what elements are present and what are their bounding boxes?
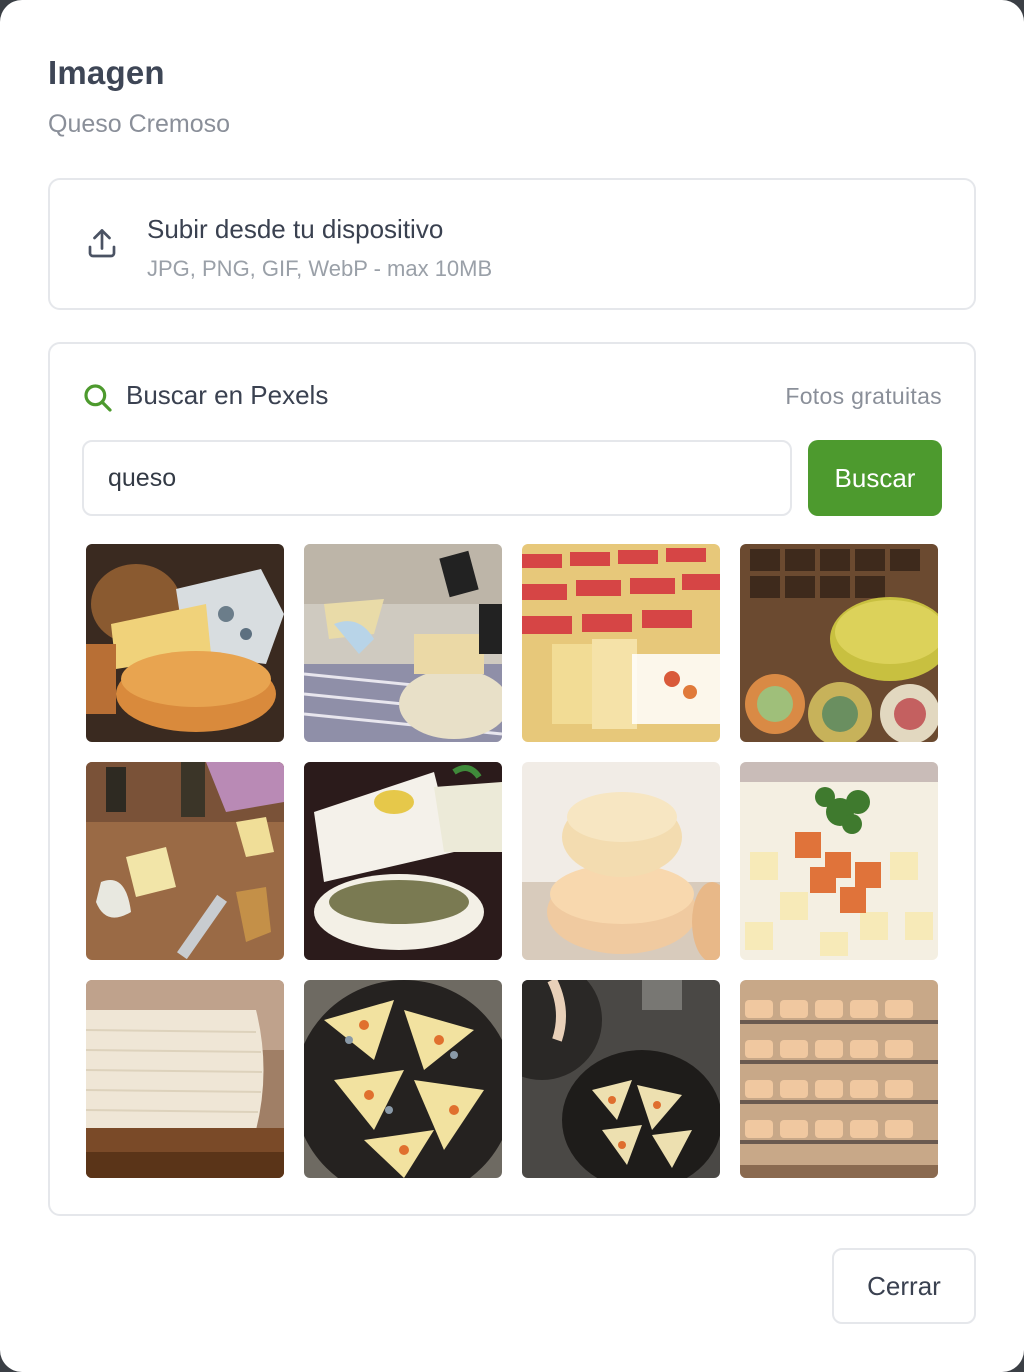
upload-from-device-button[interactable]: Subir desde tu dispositivo JPG, PNG, GIF… — [48, 178, 976, 310]
result-photo[interactable] — [304, 980, 502, 1178]
result-photo[interactable] — [522, 544, 720, 742]
result-photo[interactable] — [304, 762, 502, 960]
dialog-subtitle: Queso Cremoso — [48, 110, 231, 138]
upload-title: Subir desde tu dispositivo — [147, 214, 444, 244]
result-photo[interactable] — [740, 544, 938, 742]
result-photo[interactable] — [740, 762, 938, 960]
result-photo[interactable] — [304, 544, 502, 742]
result-photo[interactable] — [522, 980, 720, 1178]
upload-icon — [88, 229, 116, 258]
upload-hint: JPG, PNG, GIF, WebP - max 10MB — [147, 256, 493, 281]
close-button[interactable]: Cerrar — [832, 1248, 976, 1324]
result-photo[interactable] — [86, 762, 284, 960]
result-photo[interactable] — [86, 544, 284, 742]
search-input[interactable] — [82, 440, 792, 516]
result-photo[interactable] — [522, 762, 720, 960]
pexels-search-panel: Buscar en Pexels Fotos gratuitas Buscar — [48, 342, 976, 1216]
search-button[interactable]: Buscar — [808, 440, 942, 516]
free-photos-note: Fotos gratuitas — [785, 383, 942, 409]
dialog-title: Imagen — [48, 54, 165, 91]
pexels-title: Buscar en Pexels — [126, 380, 329, 410]
search-icon — [84, 384, 112, 412]
result-photo[interactable] — [86, 980, 284, 1178]
result-photo[interactable] — [740, 980, 938, 1178]
image-dialog: Imagen Queso Cremoso Subir desde tu disp… — [0, 0, 1024, 1372]
results-grid — [86, 544, 938, 1178]
